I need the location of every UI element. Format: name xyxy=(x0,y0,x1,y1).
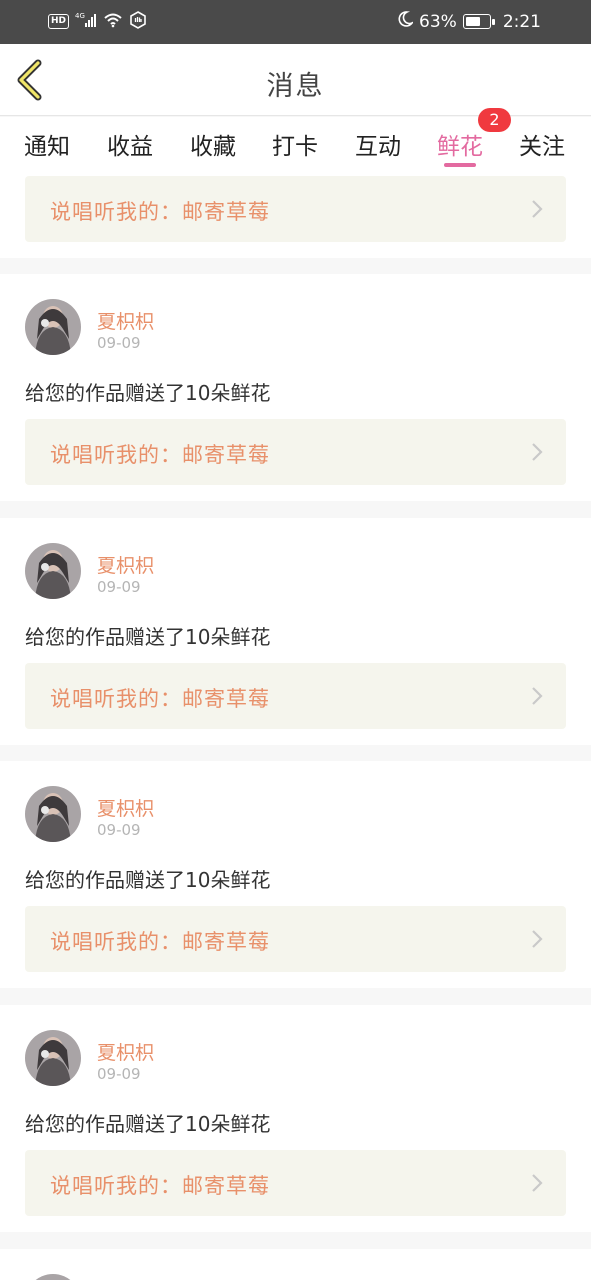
work-link[interactable]: 说唱听我的：邮寄草莓 xyxy=(25,176,566,242)
list-item xyxy=(0,1249,591,1280)
wifi-icon xyxy=(103,12,123,31)
chevron-right-icon xyxy=(532,1174,543,1192)
date: 09-09 xyxy=(97,1065,141,1083)
date: 09-09 xyxy=(97,821,141,839)
chevron-right-icon xyxy=(532,443,543,461)
list-item: 夏枳枳 09-09 给您的作品赠送了10朵鲜花 说唱听我的：邮寄草莓 xyxy=(0,761,591,988)
date: 09-09 xyxy=(97,334,141,352)
work-link-text: 说唱听我的：邮寄草莓 xyxy=(50,200,270,224)
page-title: 消息 xyxy=(266,71,325,102)
avatar[interactable] xyxy=(25,786,81,842)
svg-text:4G: 4G xyxy=(75,12,85,20)
work-link-text: 说唱听我的：邮寄草莓 xyxy=(50,930,270,954)
work-link[interactable]: 说唱听我的：邮寄草莓 xyxy=(25,663,566,729)
chevron-right-icon xyxy=(532,930,543,948)
list-item: 夏枳枳 09-09 给您的作品赠送了10朵鲜花 说唱听我的：邮寄草莓 xyxy=(0,274,591,501)
message-text: 给您的作品赠送了10朵鲜花 xyxy=(25,868,271,892)
active-tab-indicator xyxy=(444,163,476,167)
list-item: 夏枳枳 09-09 给您的作品赠送了10朵鲜花 说唱听我的：邮寄草莓 xyxy=(0,1005,591,1232)
list-item: 夏枳枳 09-09 给您的作品赠送了10朵鲜花 说唱听我的：邮寄草莓 xyxy=(0,518,591,745)
clock: 2:21 xyxy=(502,11,541,32)
work-link[interactable]: 说唱听我的：邮寄草莓 xyxy=(25,1150,566,1216)
work-link-text: 说唱听我的：邮寄草莓 xyxy=(50,687,270,711)
username[interactable]: 夏枳枳 xyxy=(97,551,154,578)
header: 消息 xyxy=(0,44,591,116)
tab-flowers[interactable]: 鲜花 xyxy=(437,127,483,161)
tab-earnings[interactable]: 收益 xyxy=(107,127,153,161)
signal-icon: 4G xyxy=(75,12,97,31)
list-item: 说唱听我的：邮寄草莓 xyxy=(0,173,591,258)
tab-interactions[interactable]: 互动 xyxy=(355,127,401,161)
battery-level xyxy=(465,17,480,26)
work-link[interactable]: 说唱听我的：邮寄草莓 xyxy=(25,419,566,485)
avatar[interactable] xyxy=(25,1274,81,1280)
tab-favorites[interactable]: 收藏 xyxy=(190,127,236,161)
battery-percent: 63% xyxy=(419,11,457,32)
work-link[interactable]: 说唱听我的：邮寄草莓 xyxy=(25,906,566,972)
hd-icon: HD xyxy=(48,14,70,29)
avatar[interactable] xyxy=(25,1030,81,1086)
avatar[interactable] xyxy=(25,543,81,599)
message-text: 给您的作品赠送了10朵鲜花 xyxy=(25,381,271,405)
tab-follows[interactable]: 关注 xyxy=(519,127,565,161)
flowers-badge: 2 xyxy=(478,108,511,132)
work-link-text: 说唱听我的：邮寄草莓 xyxy=(50,443,270,467)
message-list: 说唱听我的：邮寄草莓 夏枳枳 09-09 给您的作品赠送了10朵鲜花 说唱听我的… xyxy=(0,173,591,1280)
message-text: 给您的作品赠送了10朵鲜花 xyxy=(25,1112,271,1136)
chevron-right-icon xyxy=(532,200,543,218)
date: 09-09 xyxy=(97,578,141,596)
tab-checkin[interactable]: 打卡 xyxy=(272,127,318,161)
username[interactable]: 夏枳枳 xyxy=(97,794,154,821)
username[interactable]: 夏枳枳 xyxy=(97,1038,154,1065)
username[interactable]: 夏枳枳 xyxy=(97,307,154,334)
status-bar: HD 4G 63% 2:21 xyxy=(0,0,591,44)
avatar[interactable] xyxy=(25,299,81,355)
moon-icon xyxy=(397,10,415,33)
hand-icon xyxy=(129,11,147,32)
battery-icon xyxy=(462,14,495,29)
tab-notifications[interactable]: 通知 xyxy=(24,127,70,161)
message-text: 给您的作品赠送了10朵鲜花 xyxy=(25,625,271,649)
work-link-text: 说唱听我的：邮寄草莓 xyxy=(50,1174,270,1198)
chevron-right-icon xyxy=(532,687,543,705)
